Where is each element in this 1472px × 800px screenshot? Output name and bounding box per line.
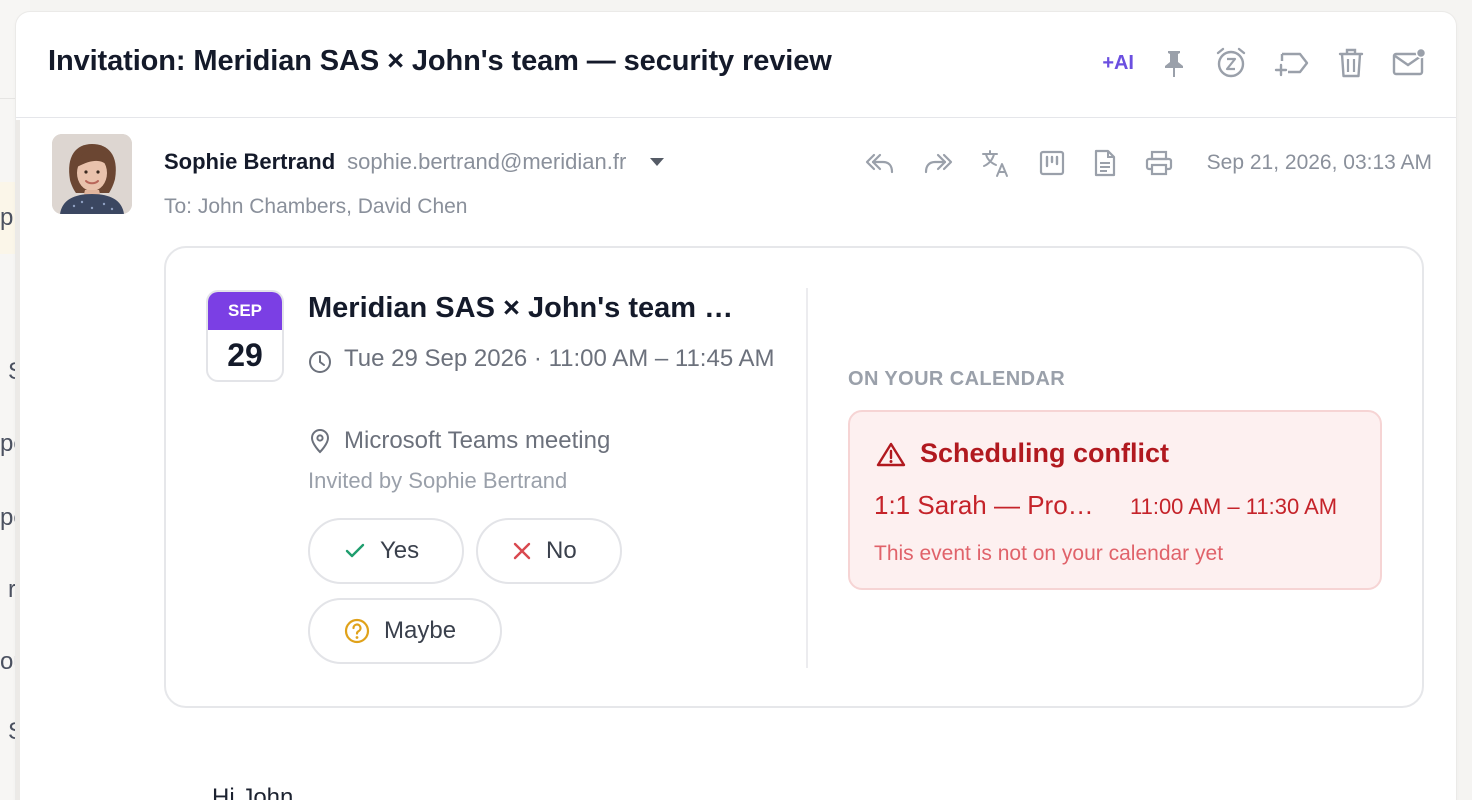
translate-icon[interactable]	[981, 148, 1011, 178]
add-label-icon[interactable]	[1274, 48, 1310, 78]
scheduling-conflict-box: Scheduling conflict 1:1 Sarah — Pro… 11:…	[848, 410, 1382, 590]
rsvp-maybe-button[interactable]: Maybe	[308, 598, 502, 664]
sender-info: Sophie Bertrand sophie.bertrand@meridian…	[164, 149, 665, 175]
card-divider	[806, 288, 808, 668]
snooze-icon[interactable]	[1214, 46, 1248, 80]
kanban-icon[interactable]	[1039, 150, 1065, 176]
recipients-line: To: John Chambers, David Chen	[164, 195, 468, 218]
clock-icon	[308, 350, 332, 379]
calendar-invite-card: SEP 29 Meridian SAS × John's team … Tue …	[164, 246, 1424, 708]
event-location: Microsoft Teams meeting	[344, 427, 611, 454]
forward-icon[interactable]	[923, 150, 953, 176]
email-body-greeting: Hi John	[212, 784, 294, 800]
warning-icon	[876, 441, 906, 467]
event-title: Meridian SAS × John's team …	[308, 292, 734, 324]
message-date: Sep 21, 2026, 03:13 AM	[1206, 151, 1432, 174]
rsvp-no-label: No	[546, 537, 577, 564]
list-item-fragment[interactable]: p	[0, 204, 13, 232]
close-icon	[512, 541, 532, 561]
rsvp-no-button[interactable]: No	[476, 518, 622, 584]
sender-avatar[interactable]	[52, 134, 132, 214]
email-toolbar: +AI	[1102, 46, 1426, 80]
trash-icon[interactable]	[1336, 47, 1366, 79]
conflict-header: Scheduling conflict	[876, 438, 1169, 469]
mark-unread-icon[interactable]	[1392, 48, 1426, 78]
event-time-row: Tue 29 Sep 2026 · 11:00 AM – 11:45 AM	[308, 340, 778, 379]
message-actions: Sep 21, 2026, 03:13 AM	[865, 148, 1432, 178]
event-time: Tue 29 Sep 2026 · 11:00 AM – 11:45 AM	[344, 345, 775, 372]
rsvp-yes-button[interactable]: Yes	[308, 518, 464, 584]
email-reading-pane: Invitation: Meridian SAS × John's team —…	[16, 12, 1456, 800]
check-icon	[344, 542, 366, 560]
event-date-badge: SEP 29	[206, 290, 284, 382]
conflict-note: This event is not on your calendar yet	[874, 542, 1224, 565]
list-item-fragment[interactable]: r	[8, 576, 16, 604]
conflict-title: Scheduling conflict	[920, 438, 1170, 468]
event-month: SEP	[208, 292, 282, 330]
invited-by: Invited by Sophie Bertrand	[308, 468, 568, 493]
pin-icon[interactable]	[1160, 48, 1188, 78]
sender-details-dropdown-icon[interactable]	[650, 158, 665, 166]
rsvp-maybe-label: Maybe	[384, 617, 457, 644]
question-circle-icon	[344, 618, 370, 644]
rsvp-yes-label: Yes	[380, 537, 420, 564]
location-pin-icon	[308, 428, 332, 459]
conflicting-event-time: 11:00 AM – 11:30 AM	[1130, 494, 1338, 519]
on-your-calendar-label: ON YOUR CALENDAR	[848, 368, 1066, 390]
message-header: Sophie Bertrand sophie.bertrand@meridian…	[52, 134, 1432, 244]
email-header: Invitation: Meridian SAS × John's team —…	[16, 12, 1456, 118]
conflicting-event-title[interactable]: 1:1 Sarah — Pro…	[874, 490, 1114, 521]
email-subject: Invitation: Meridian SAS × John's team —…	[48, 45, 832, 77]
sender-email[interactable]: sophie.bertrand@meridian.fr	[347, 149, 626, 175]
sender-name[interactable]: Sophie Bertrand	[164, 149, 335, 175]
document-icon[interactable]	[1093, 149, 1117, 177]
reply-all-icon[interactable]	[865, 150, 895, 176]
ai-button[interactable]: +AI	[1102, 52, 1134, 75]
event-day: 29	[227, 337, 263, 373]
event-location-row: Microsoft Teams meeting	[308, 422, 610, 460]
print-icon[interactable]	[1145, 150, 1173, 176]
pane-edge	[16, 120, 20, 800]
